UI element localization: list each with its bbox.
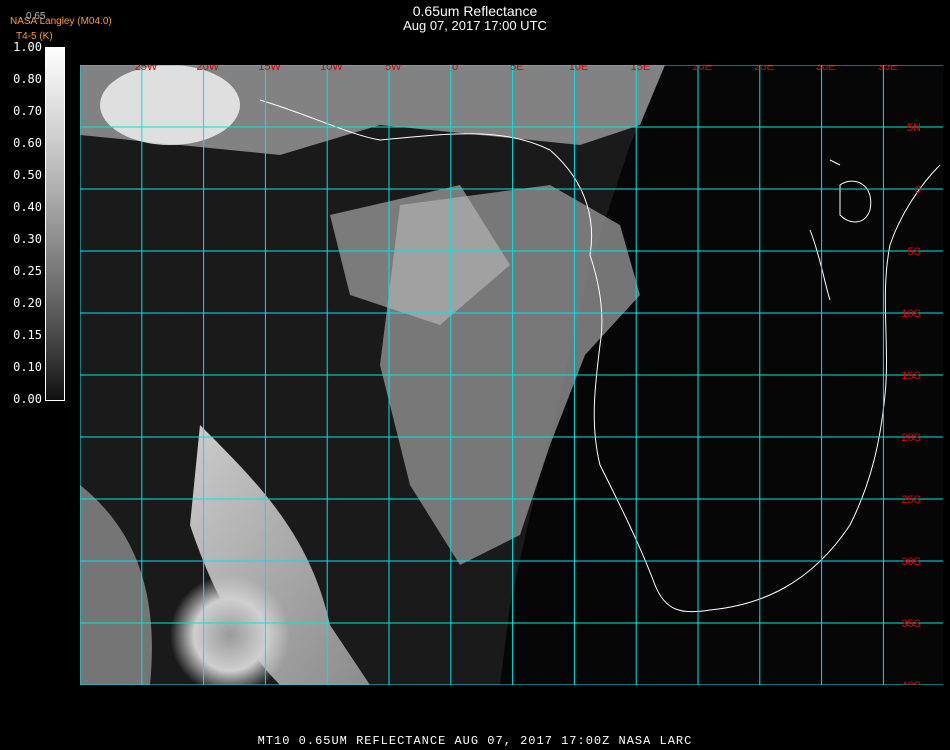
colorbar-tick-label: 0.10 — [13, 360, 42, 374]
longitude-label: 15W — [258, 65, 281, 73]
latitude-label: 30S — [901, 556, 921, 568]
colorbar-tick-label: 0.60 — [13, 136, 42, 150]
longitude-label: 20W — [196, 65, 219, 73]
longitude-label: 10E — [569, 65, 589, 73]
longitude-label: 25W — [135, 65, 158, 73]
latitude-label: 15S — [901, 370, 921, 382]
longitude-label: 10W — [320, 65, 343, 73]
satellite-map: 25W 20W 15W 10W 5W 0 5E 10E 15E 20E 25E 30E 35E 5N 0 5S… — [80, 65, 943, 685]
longitude-label: 25E — [754, 65, 774, 73]
colorbar-tick-label: 0.40 — [13, 200, 42, 214]
colorbar-tick-label: 0.50 — [13, 168, 42, 182]
colorbar-tick-label: 0.15 — [13, 328, 42, 342]
longitude-label: 30E — [816, 65, 836, 73]
image-datetime: Aug 07, 2017 17:00 UTC — [403, 18, 547, 33]
latitude-label: 25S — [901, 494, 921, 506]
footer-caption: MT10 0.65UM REFLECTANCE AUG 07, 2017 17:… — [257, 734, 693, 748]
longitude-label: 0 — [452, 65, 458, 73]
longitude-label: 35E — [878, 65, 898, 73]
colorbar-tick-label: 0.20 — [13, 296, 42, 310]
latitude-label: 35S — [901, 618, 921, 630]
image-title: 0.65um Reflectance — [412, 3, 538, 19]
colorbar-tick-label: 0.30 — [13, 232, 42, 246]
organization-label: NASA Langley (M04.0) — [10, 16, 112, 27]
colorbar — [45, 47, 65, 401]
colorbar-tick-label: 0.25 — [13, 264, 42, 278]
latitude-label: 5S — [908, 246, 921, 258]
bright-cloud-cluster — [100, 65, 240, 145]
latitude-label: 20S — [901, 432, 921, 444]
latitude-label: 10S — [901, 308, 921, 320]
latitude-label: 0 — [915, 184, 921, 196]
longitude-label: 15E — [631, 65, 651, 73]
colorbar-tick-label: 0.70 — [13, 104, 42, 118]
satellite-image-viewer: { "header": { "title": "0.65um Reflectan… — [0, 0, 950, 750]
colorbar-tick-label: 0.80 — [13, 72, 42, 86]
longitude-label: 20E — [692, 65, 712, 73]
colorbar-tick-label: 0.00 — [13, 392, 42, 406]
colorbar-tick-label: 1.00 — [13, 40, 42, 54]
longitude-label: 5E — [510, 65, 523, 73]
longitude-label: 5W — [385, 65, 402, 73]
latitude-label: 5N — [907, 122, 921, 134]
latitude-label: 40S — [901, 680, 921, 685]
